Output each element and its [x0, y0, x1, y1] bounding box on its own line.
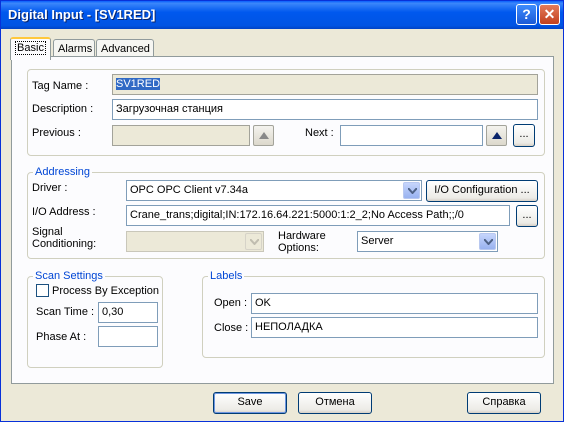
scan-time-label: Scan Time :: [36, 306, 95, 318]
signal-conditioning-label-2: Conditioning:: [32, 238, 97, 250]
open-field[interactable]: OK: [251, 293, 538, 314]
scan-time-field[interactable]: 0,30: [98, 302, 158, 323]
driver-value: OPC OPC Client v7.34a: [130, 184, 248, 196]
labels-legend: Labels: [208, 270, 245, 282]
previous-up-button[interactable]: [253, 125, 274, 146]
io-address-value: Crane_trans;digital;IN:172.16.64.221:500…: [130, 209, 464, 221]
driver-select[interactable]: OPC OPC Client v7.34a: [126, 180, 422, 201]
scan-time-value: 0,30: [102, 306, 124, 318]
signal-conditioning-select[interactable]: [126, 231, 264, 252]
driver-label: Driver :: [32, 182, 68, 194]
close-icon[interactable]: ✕: [539, 4, 560, 25]
close-field[interactable]: НЕПОЛАДКА: [251, 317, 538, 338]
close-label: Close :: [214, 322, 249, 334]
hardware-options-value: Server: [361, 235, 394, 247]
triangle-up-icon: [259, 132, 269, 139]
save-button[interactable]: Save: [213, 392, 287, 414]
next-browse-button[interactable]: ...: [513, 124, 535, 147]
hardware-options-select[interactable]: Server: [357, 231, 498, 252]
chevron-down-icon[interactable]: [479, 233, 496, 250]
triangle-up-icon: [492, 132, 502, 139]
tab-alarms-label: Alarms: [58, 43, 93, 55]
phase-at-field[interactable]: [98, 326, 158, 347]
addressing-legend: Addressing: [33, 166, 93, 178]
title-bar[interactable]: Digital Input - [SV1RED] ? ✕: [1, 1, 563, 29]
open-label: Open :: [214, 297, 248, 309]
previous-field[interactable]: [112, 125, 250, 146]
window-title: Digital Input - [SV1RED]: [8, 7, 156, 22]
dialog-window: Digital Input - [SV1RED] ? ✕ Basic Alarm…: [0, 0, 564, 422]
previous-label: Previous :: [32, 127, 81, 139]
hardware-options-label-2: Options:: [278, 242, 319, 254]
tab-basic-label: Basic: [15, 41, 46, 55]
phase-at-label: Phase At :: [36, 331, 87, 343]
help-button[interactable]: Справка: [467, 392, 541, 414]
scan-settings-legend: Scan Settings: [33, 270, 105, 282]
tab-basic[interactable]: Basic: [10, 37, 51, 60]
process-by-exception-checkbox[interactable]: [36, 284, 49, 297]
close-value: НЕПОЛАДКА: [255, 321, 323, 333]
description-value: Загрузочная станция: [116, 103, 224, 115]
help-icon[interactable]: ?: [516, 4, 537, 25]
tag-name-field[interactable]: SV1RED: [112, 74, 538, 95]
io-configuration-button[interactable]: I/O Configuration ...: [426, 180, 538, 202]
next-up-button[interactable]: [486, 125, 507, 146]
chevron-down-icon[interactable]: [245, 233, 262, 250]
tag-name-value: SV1RED: [116, 78, 161, 90]
chevron-down-icon[interactable]: [403, 182, 420, 199]
description-label: Description :: [32, 103, 94, 115]
process-by-exception-label: Process By Exception: [52, 285, 159, 297]
next-label: Next :: [305, 127, 334, 139]
io-address-field[interactable]: Crane_trans;digital;IN:172.16.64.221:500…: [126, 205, 510, 226]
io-address-label: I/O Address :: [32, 206, 96, 218]
cancel-button[interactable]: Отмена: [298, 392, 372, 414]
tag-name-label: Tag Name :: [32, 80, 89, 92]
io-address-browse-button[interactable]: ...: [516, 205, 538, 227]
next-field[interactable]: [340, 125, 483, 146]
tab-advanced-label: Advanced: [101, 43, 150, 55]
basic-tab-panel: Tag Name : SV1RED Description : Загрузоч…: [11, 56, 554, 384]
open-value: OK: [255, 297, 271, 309]
description-field[interactable]: Загрузочная станция: [112, 99, 538, 120]
